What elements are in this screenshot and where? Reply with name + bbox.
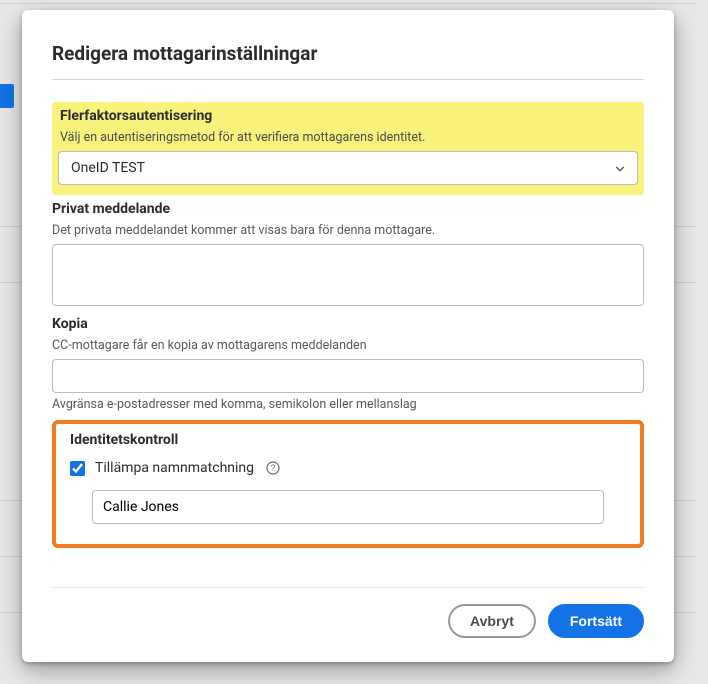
- cc-help-text: Avgränsa e-postadresser med komma, semik…: [52, 397, 644, 412]
- apply-name-match-row: Tillämpa namnmatchning ?: [70, 460, 626, 476]
- identity-check-highlight: Identitetskontroll Tillämpa namnmatchnin…: [52, 420, 644, 548]
- mfa-hint: Välj en autentiseringsmetod för att veri…: [60, 130, 638, 145]
- mfa-section-title: Flerfaktorsautentisering: [60, 108, 638, 124]
- chevron-down-icon: [615, 163, 625, 173]
- cc-hint: CC-mottagare får en kopia av mottagarens…: [52, 338, 644, 353]
- cc-section-title: Kopia: [52, 316, 644, 332]
- edit-recipient-settings-dialog: Redigera mottagarinställningar Flerfakto…: [22, 10, 674, 662]
- cc-input[interactable]: [52, 359, 644, 393]
- identity-section-title: Identitetskontroll: [70, 432, 626, 448]
- cancel-button[interactable]: Avbryt: [448, 604, 536, 638]
- apply-name-match-checkbox[interactable]: [70, 461, 85, 476]
- private-message-hint: Det privata meddelandet kommer att visas…: [52, 223, 644, 238]
- svg-text:?: ?: [271, 463, 276, 473]
- mfa-selected-value: OneID TEST: [71, 160, 145, 176]
- help-icon[interactable]: ?: [266, 461, 280, 475]
- sidebar-button-fragment: [0, 84, 14, 108]
- dialog-title: Redigera mottagarinställningar: [52, 42, 644, 80]
- dialog-footer: Avbryt Fortsätt: [52, 587, 644, 638]
- mfa-method-select[interactable]: OneID TEST: [58, 151, 638, 185]
- bg-line: [0, 3, 696, 4]
- apply-name-match-label: Tillämpa namnmatchning: [95, 460, 254, 476]
- continue-button[interactable]: Fortsätt: [548, 604, 644, 638]
- private-message-section-title: Privat meddelande: [52, 201, 644, 217]
- identity-name-input[interactable]: [92, 490, 604, 524]
- private-message-textarea[interactable]: [52, 244, 644, 306]
- mfa-highlight: Flerfaktorsautentisering Välj en autenti…: [52, 102, 644, 195]
